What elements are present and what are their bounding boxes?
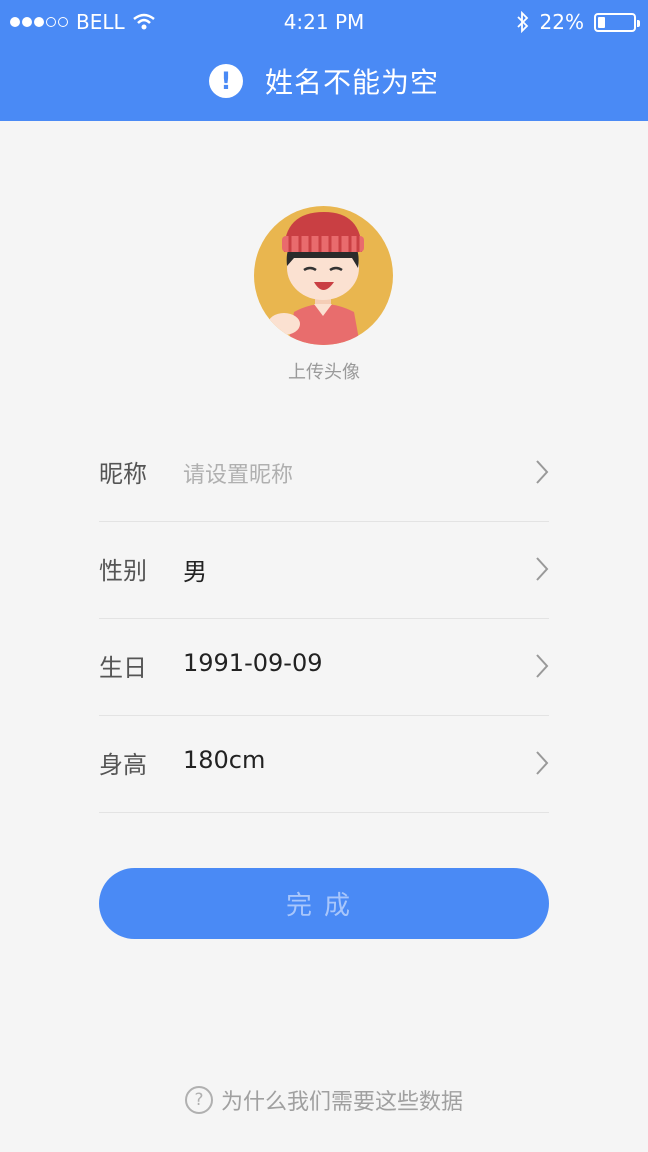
gender-row[interactable]: 性别 男 bbox=[99, 522, 549, 619]
avatar-upload[interactable] bbox=[254, 206, 393, 345]
birthday-value: 1991-09-09 bbox=[183, 649, 323, 677]
exclamation-icon: ! bbox=[208, 64, 243, 98]
done-button[interactable]: 完成 bbox=[99, 868, 549, 939]
nickname-placeholder[interactable]: 请设置昵称 bbox=[183, 457, 293, 489]
chevron-right-icon bbox=[536, 751, 549, 775]
height-row[interactable]: 身高 180cm bbox=[99, 716, 549, 813]
nickname-label: 昵称 bbox=[99, 460, 147, 488]
avatar-caption: 上传头像 bbox=[288, 362, 360, 383]
alert-text: 姓名不能为空 bbox=[264, 66, 439, 99]
battery-percent: 22% bbox=[539, 10, 584, 34]
top-bar: BELL 4:21 PM 22% ! 姓名不能为空 bbox=[0, 0, 648, 121]
battery-icon bbox=[594, 12, 640, 32]
height-label: 身高 bbox=[99, 751, 147, 779]
height-value: 180cm bbox=[183, 746, 266, 774]
nickname-row[interactable]: 昵称 请设置昵称 bbox=[99, 425, 549, 522]
status-bar: BELL 4:21 PM 22% bbox=[0, 0, 648, 44]
question-circle-icon: ? bbox=[184, 1086, 213, 1114]
birthday-label: 生日 bbox=[99, 654, 147, 682]
chevron-right-icon bbox=[536, 654, 549, 678]
status-right: 22% bbox=[516, 10, 640, 34]
avatar-image bbox=[254, 206, 393, 345]
help-link[interactable]: ? 为什么我们需要这些数据 bbox=[0, 1084, 648, 1116]
bluetooth-icon bbox=[516, 11, 528, 33]
chevron-right-icon bbox=[536, 557, 549, 581]
birthday-row[interactable]: 生日 1991-09-09 bbox=[99, 619, 549, 716]
gender-label: 性别 bbox=[99, 557, 147, 585]
chevron-right-icon bbox=[536, 460, 549, 484]
gender-value: 男 bbox=[183, 558, 207, 586]
help-text: 为什么我们需要这些数据 bbox=[220, 1090, 463, 1115]
error-alert: ! 姓名不能为空 bbox=[0, 58, 648, 104]
